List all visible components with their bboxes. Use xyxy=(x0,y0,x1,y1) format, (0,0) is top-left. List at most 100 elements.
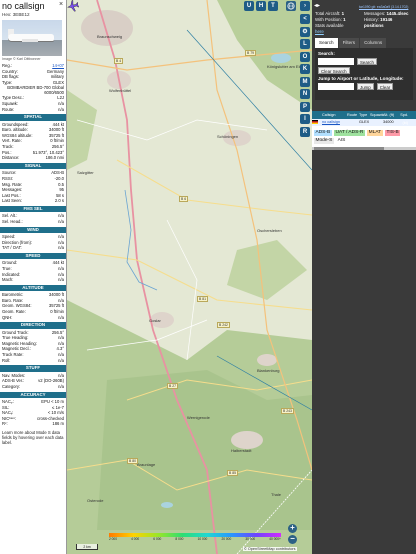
alt-tick: 40 000+ xyxy=(269,537,281,541)
alt-tick: 4 000 xyxy=(131,537,140,541)
place-label: Thale xyxy=(271,492,282,497)
m-button[interactable]: M xyxy=(300,76,310,87)
i-button[interactable]: I xyxy=(300,114,310,124)
info-label[interactable]: Category: xyxy=(2,384,20,390)
info-label[interactable]: Sel. Head.: xyxy=(2,219,23,225)
search-input[interactable] xyxy=(318,58,354,65)
info-label[interactable]: Roll: xyxy=(2,358,10,364)
altitude-cell: 34000 xyxy=(383,120,394,124)
stat-value: 1 xyxy=(343,17,346,22)
jump-button[interactable]: Jump xyxy=(357,83,374,90)
close-icon[interactable]: × xyxy=(57,1,65,9)
back-button[interactable]: < xyxy=(300,14,310,24)
alt-tick: 8 000 xyxy=(175,537,184,541)
road-number: B 79 xyxy=(245,50,256,56)
source-badge: MLAT xyxy=(367,130,383,136)
info-label[interactable]: Route: xyxy=(2,107,14,113)
type-description-value: BOMBARDIER BD-700 Global 6000/6500 xyxy=(7,85,64,96)
r-button[interactable]: R xyxy=(300,126,310,137)
scrollbar-thumb[interactable] xyxy=(314,147,384,150)
l-button[interactable]: L xyxy=(300,39,310,49)
col-altitude[interactable]: Alt. (ft) xyxy=(383,111,395,119)
map-view[interactable]: Braunschweig Wolfenbüttel Königslutter a… xyxy=(67,0,312,554)
stat-history: History: 19146 positions xyxy=(364,17,413,29)
road-number: B 6 xyxy=(179,196,189,202)
clear-search-button[interactable]: Clear Search xyxy=(318,67,350,74)
place-label: Goslar xyxy=(149,318,161,323)
place-label: Salzgitter xyxy=(77,170,94,175)
search-button[interactable]: Search xyxy=(357,58,377,65)
col-type[interactable]: Type xyxy=(359,111,370,119)
right-sidebar: ◂▸ tar1090 git: ea3a0a9 (3.14.1702) Tota… xyxy=(312,0,416,554)
place-label: Blankenburg xyxy=(257,368,280,373)
info-row: Sel. Head.: n/a xyxy=(0,219,66,225)
tab-columns[interactable]: Columns xyxy=(360,38,387,48)
place-label: Wernigerode xyxy=(187,415,210,420)
place-label: Halberstadt xyxy=(231,448,252,453)
info-label[interactable]: Last Seen: xyxy=(2,198,22,204)
col-route[interactable]: Route xyxy=(347,111,359,119)
info-sections: SPATIAL Groundspeed: 444 kt Baro. altitude:… xyxy=(0,114,66,427)
road-number: B 81 xyxy=(197,296,208,302)
col-callsign[interactable]: Callsign xyxy=(322,111,347,119)
o-button[interactable]: O xyxy=(300,51,310,62)
info-value: n/a xyxy=(58,357,64,363)
k-button[interactable]: K xyxy=(300,64,310,74)
h-button[interactable]: H xyxy=(256,1,266,11)
stats-link[interactable]: here xyxy=(312,29,416,34)
info-row: TAT / OAT: n/a xyxy=(0,245,66,251)
photo-wing xyxy=(22,39,38,42)
info-value: n/a xyxy=(58,277,64,283)
zoom-out-button[interactable]: − xyxy=(288,535,297,544)
section-header: ALTITUDE xyxy=(0,284,66,292)
info-label[interactable]: Distance: xyxy=(2,155,19,161)
t-button[interactable]: T xyxy=(268,1,278,11)
table-header: Callsign Route Type Squawk Alt. (ft) Spd… xyxy=(312,111,416,125)
panel-tabs: Search Filters Columns xyxy=(315,38,413,48)
col-flag[interactable] xyxy=(312,111,322,119)
place-label: Oschersleben xyxy=(257,228,282,233)
info-label[interactable]: TAT / OAT: xyxy=(2,245,22,251)
aircraft-photo[interactable] xyxy=(2,20,62,56)
tab-filters[interactable]: Filters xyxy=(338,38,360,48)
road-number: B 243 xyxy=(281,408,294,414)
zoom-in-button[interactable]: + xyxy=(288,524,297,533)
section-header: SPEED xyxy=(0,252,66,260)
road-number: B 4 xyxy=(114,58,124,64)
info-label[interactable]: Mach: xyxy=(2,277,13,283)
map-attribution[interactable]: © OpenStreetMap contributors xyxy=(243,547,297,551)
table-row[interactable]: no callsign GLEX 34000 xyxy=(312,119,416,126)
tab-search[interactable]: Search xyxy=(315,38,338,48)
alt-tick: 30 000 xyxy=(245,537,256,541)
jump-input[interactable] xyxy=(318,83,354,90)
callsign-cell[interactable]: no callsign xyxy=(322,119,347,126)
road-number: B 242 xyxy=(217,322,230,328)
info-value: n/a xyxy=(58,218,64,224)
u-button[interactable]: U xyxy=(244,1,254,11)
alt-tick: 10 000 xyxy=(197,537,208,541)
panel-expand-icon[interactable]: › xyxy=(300,1,310,11)
flag-cell xyxy=(312,119,322,126)
info-value: n/a xyxy=(58,245,64,251)
col-squawk[interactable]: Squawk xyxy=(370,111,384,119)
alt-tick: 2 000 xyxy=(109,537,117,541)
version-link[interactable]: tar1090 git: ea3a0a9 (3.14.1702) xyxy=(359,5,408,9)
stats-right: Messages: 1445.4/sec History: 19146 posi… xyxy=(364,11,413,29)
source-badge: ADS-B xyxy=(314,130,332,136)
globe-icon[interactable] xyxy=(286,1,296,11)
section-header: SIGNAL xyxy=(0,162,66,170)
source-badge: TIS-B xyxy=(384,130,401,136)
info-label[interactable]: Rᶜ: xyxy=(2,421,8,427)
collapse-panel-icon[interactable]: ◂▸ xyxy=(314,2,320,9)
clear-jump-button[interactable]: Clear xyxy=(376,83,394,90)
col-speed[interactable]: Spd. (kt) xyxy=(395,111,409,125)
n-button[interactable]: N xyxy=(300,89,310,99)
photo-credit: Image © Karl Dittbonner xyxy=(2,57,41,61)
p-button[interactable]: P xyxy=(300,101,310,112)
table-scrollbar[interactable] xyxy=(312,147,416,150)
place-label: Osterode xyxy=(87,498,104,503)
info-label[interactable]: QNH: xyxy=(2,315,12,321)
aircraft-marker-icon[interactable] xyxy=(67,0,79,12)
road-number: B 80 xyxy=(127,458,138,464)
settings-gear-icon[interactable]: ⚙ xyxy=(300,26,310,37)
